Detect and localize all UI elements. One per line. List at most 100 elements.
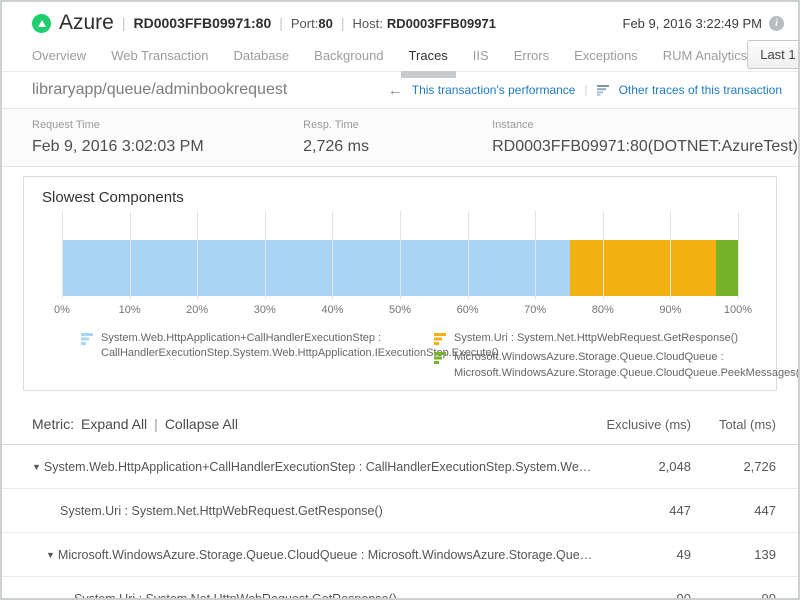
axis-tick-label: 60% <box>457 304 479 316</box>
axis-tick-label: 20% <box>186 304 208 316</box>
metric-cell: ▼System.Web.HttpApplication+CallHandlerE… <box>2 460 596 474</box>
other-traces-link[interactable]: Other traces of this transaction <box>619 83 782 97</box>
gridline <box>738 211 739 299</box>
transaction-links: ← This transaction's performance | Other… <box>388 83 782 98</box>
column-header-total: Total (ms) <box>691 417 776 432</box>
summary-field-instance: InstanceRD0003FFB09971:80(DOTNET:AzureTe… <box>492 119 798 156</box>
axis-tick-label: 100% <box>724 304 752 316</box>
separator: | <box>122 15 126 31</box>
app-identity: Azure | RD0003FFB09971:80 | Port:80 | Ho… <box>32 11 496 35</box>
gridline <box>535 211 536 299</box>
separator: | <box>279 15 283 31</box>
field-label: Resp. Time <box>303 119 492 131</box>
metric-cell: System.Uri : System.Net.HttpWebRequest.G… <box>2 504 596 518</box>
app-window: Azure | RD0003FFB09971:80 | Port:80 | Ho… <box>0 0 800 600</box>
port-info: Port:80 <box>291 16 333 31</box>
total-value: 90 <box>691 591 776 600</box>
back-arrow-icon: ← <box>388 83 403 98</box>
tab-web-transaction[interactable]: Web Transaction <box>111 40 208 71</box>
total-value: 139 <box>691 547 776 562</box>
separator: | <box>341 15 345 31</box>
tab-traces[interactable]: Traces <box>409 40 448 71</box>
field-value: Feb 9, 2016 3:02:03 PM <box>32 138 303 156</box>
slowest-components-panel: Slowest Components 0%10%20%30%40%50%60%7… <box>23 176 777 391</box>
bar-segment <box>716 240 738 296</box>
metric-cell: ▼Microsoft.WindowsAzure.Storage.Queue.Cl… <box>2 548 596 562</box>
instance-title: RD0003FFB09971:80 <box>134 15 272 31</box>
tab-database[interactable]: Database <box>234 40 290 71</box>
chart-grid <box>62 211 738 299</box>
nav-row: Overview Web Transaction Database Backgroun… <box>2 40 798 72</box>
component-bars-icon <box>81 333 94 345</box>
trace-row: System.Uri : System.Net.HttpWebRequest.G… <box>2 577 798 600</box>
gridline <box>400 211 401 299</box>
separator: | <box>584 83 587 97</box>
gridline <box>265 211 266 299</box>
axis-tick-label: 90% <box>659 304 681 316</box>
collapse-toggle-icon[interactable]: ▼ <box>32 462 41 472</box>
gridline <box>130 211 131 299</box>
metric-tools: Metric: Expand All | Collapse All <box>32 416 596 432</box>
gridline <box>62 211 63 299</box>
trace-rows: ▼System.Web.HttpApplication+CallHandlerE… <box>2 444 798 600</box>
tab-exceptions[interactable]: Exceptions <box>574 40 638 71</box>
axis-tick-label: 40% <box>321 304 343 316</box>
trace-row[interactable]: ▼Microsoft.WindowsAzure.Storage.Queue.Cl… <box>2 533 798 577</box>
exclusive-value: 90 <box>596 591 691 600</box>
tab-iis[interactable]: IIS <box>473 40 489 71</box>
nav-tabs: Overview Web Transaction Database Backgroun… <box>32 40 747 71</box>
transaction-name: libraryapp/queue/adminbookrequest <box>32 81 287 99</box>
field-value: RD0003FFB09971:80(DOTNET:AzureTest) <box>492 138 798 156</box>
legend-item: System.Web.HttpApplication+CallHandlerEx… <box>81 331 434 362</box>
tab-rum-analytics[interactable]: RUM Analytics <box>663 40 748 71</box>
metric-name: Microsoft.WindowsAzure.Storage.Queue.Clo… <box>58 548 596 562</box>
x-axis: 0%10%20%30%40%50%60%70%80%90%100% <box>62 304 738 319</box>
legend-item: Microsoft.WindowsAzure.Storage.Queue.Clo… <box>434 350 800 381</box>
current-timestamp: Feb 9, 2016 3:22:49 PM <box>623 16 762 31</box>
axis-tick-label: 0% <box>54 304 70 316</box>
collapse-all-link[interactable]: Collapse All <box>165 416 238 432</box>
trace-table-header: Metric: Expand All | Collapse All Exclus… <box>2 402 798 444</box>
axis-tick-label: 80% <box>592 304 614 316</box>
legend-column-2: System.Uri : System.Net.HttpWebRequest.G… <box>434 331 800 381</box>
summary-field-resp-time: Resp. Time 2,726 ms <box>303 119 492 156</box>
separator: | <box>154 416 158 432</box>
gridline <box>670 211 671 299</box>
trace-list-icon <box>597 85 610 96</box>
gridline <box>197 211 198 299</box>
tab-background[interactable]: Background <box>314 40 383 71</box>
legend-label: System.Uri : System.Net.HttpWebRequest.G… <box>454 331 738 346</box>
time-range-picker[interactable]: Last 1 Day▾ <box>747 40 800 69</box>
axis-tick-label: 50% <box>389 304 411 316</box>
legend-item: System.Uri : System.Net.HttpWebRequest.G… <box>434 331 800 346</box>
tab-errors[interactable]: Errors <box>514 40 549 71</box>
total-value: 447 <box>691 503 776 518</box>
chart-legend: System.Web.HttpApplication+CallHandlerEx… <box>81 331 746 381</box>
axis-tick-label: 10% <box>119 304 141 316</box>
exclusive-value: 447 <box>596 503 691 518</box>
metric-name: System.Uri : System.Net.HttpWebRequest.G… <box>60 504 383 518</box>
legend-column-1: System.Web.HttpApplication+CallHandlerEx… <box>81 331 434 381</box>
total-value: 2,726 <box>691 459 776 474</box>
metric-name: System.Web.HttpApplication+CallHandlerEx… <box>44 460 596 474</box>
component-bars-icon <box>434 333 447 345</box>
trace-row: System.Uri : System.Net.HttpWebRequest.G… <box>2 489 798 533</box>
exclusive-value: 49 <box>596 547 691 562</box>
transaction-performance-link[interactable]: This transaction's performance <box>412 83 576 97</box>
header-right: Feb 9, 2016 3:22:49 PM i <box>623 16 784 31</box>
host-info: Host:RD0003FFB09971 <box>352 16 495 31</box>
collapse-toggle-icon[interactable]: ▼ <box>46 550 55 560</box>
field-value: 2,726 ms <box>303 138 492 156</box>
info-icon[interactable]: i <box>769 16 784 31</box>
gridline <box>468 211 469 299</box>
metric-name: System.Uri : System.Net.HttpWebRequest.G… <box>74 592 397 600</box>
field-label: Request Time <box>32 119 303 131</box>
expand-all-link[interactable]: Expand All <box>81 416 147 432</box>
app-name: Azure <box>59 11 114 35</box>
trace-row[interactable]: ▼System.Web.HttpApplication+CallHandlerE… <box>2 445 798 489</box>
app-header: Azure | RD0003FFB09971:80 | Port:80 | Ho… <box>2 2 798 40</box>
tab-overview[interactable]: Overview <box>32 40 86 71</box>
nav-actions: Last 1 Day▾ ≡ <box>747 40 800 69</box>
bar-segment <box>62 240 570 296</box>
health-status-icon <box>32 14 51 33</box>
